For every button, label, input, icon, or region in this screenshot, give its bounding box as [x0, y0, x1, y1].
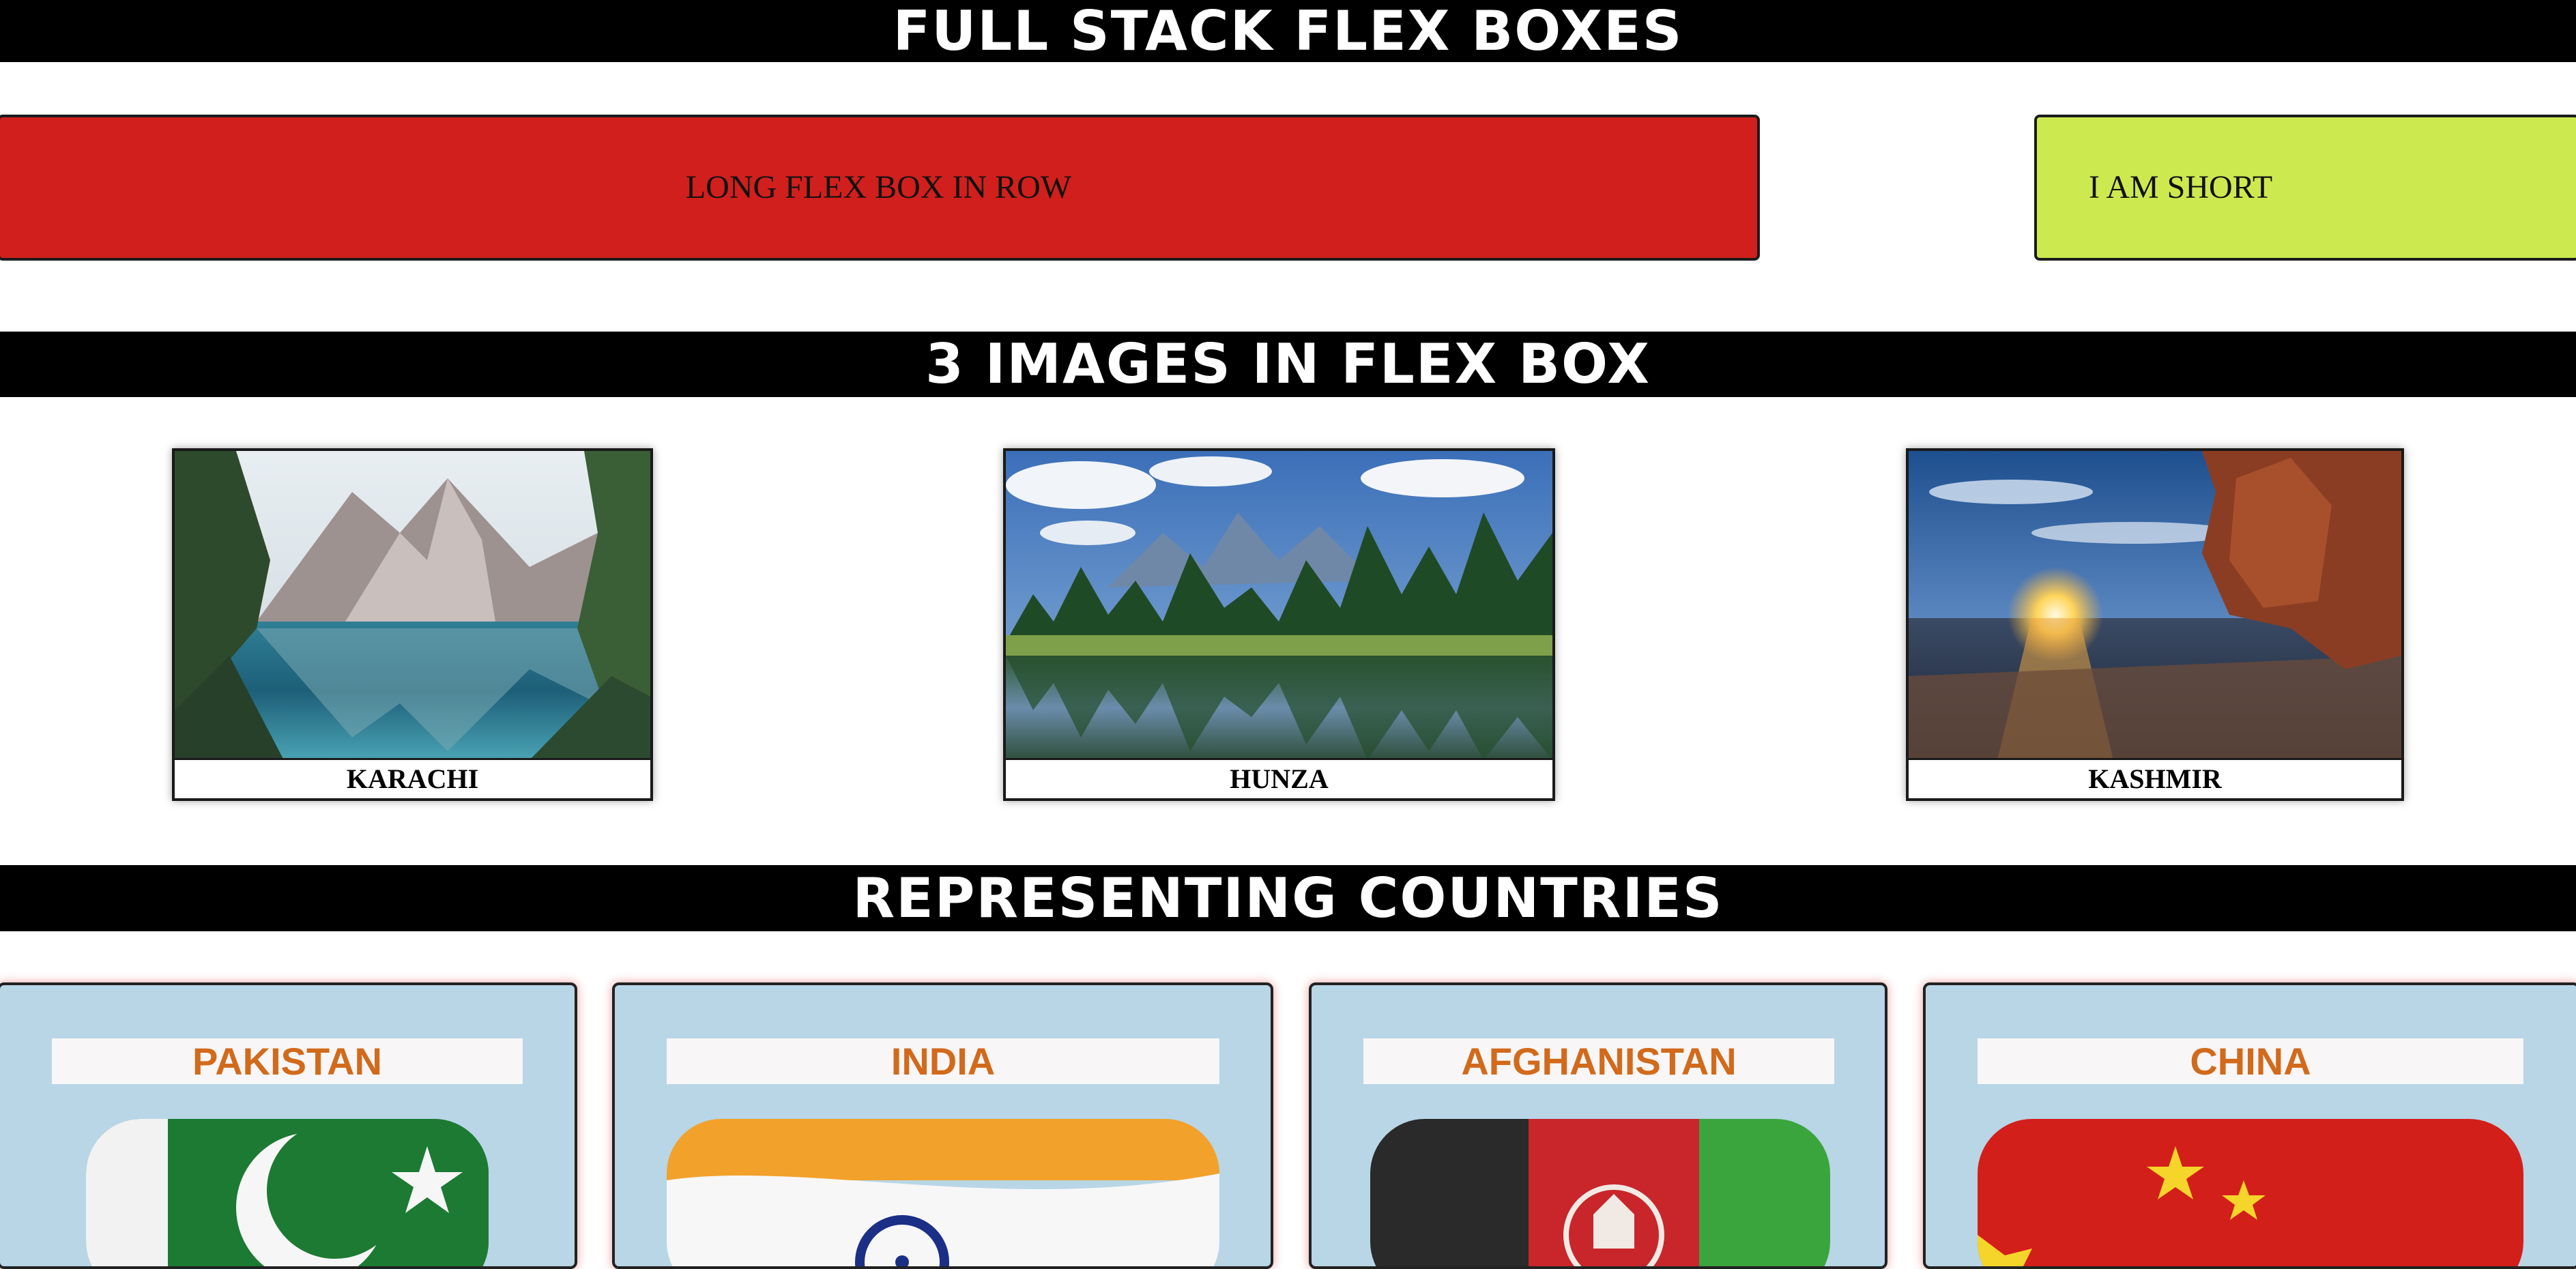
china-flag: [1978, 1119, 2523, 1266]
photo-caption: HUNZA: [1006, 758, 1552, 798]
country-card-pakistan: PAKISTAN: [0, 982, 577, 1269]
country-name: INDIA: [667, 1038, 1219, 1084]
india-flag: [667, 1119, 1219, 1266]
country-name: CHINA: [1978, 1038, 2523, 1084]
short-flex-box-label: I AM SHORT: [2089, 169, 2273, 205]
long-flex-box-label: LONG FLEX BOX IN ROW: [685, 169, 1072, 205]
afghanistan-flag: [1370, 1119, 1830, 1266]
forest-lake-photo: [1006, 451, 1552, 760]
images-section-title: 3 IMAGES IN FLEX BOX: [0, 332, 2576, 397]
long-flex-box: LONG FLEX BOX IN ROW: [0, 115, 1760, 261]
short-flex-box: I AM SHORT: [2034, 115, 2576, 261]
countries-section-title: REPRESENTING COUNTRIES: [0, 865, 2576, 931]
gallery-card-hunza: HUNZA: [1003, 448, 1555, 801]
photo-caption: KASHMIR: [1909, 758, 2401, 798]
country-card-india: INDIA: [612, 982, 1273, 1269]
gallery-card-karachi: KARACHI: [172, 448, 653, 801]
country-name: PAKISTAN: [52, 1038, 523, 1084]
mountain-lake-photo: [175, 451, 650, 760]
photo-caption: KARACHI: [175, 758, 650, 798]
pakistan-flag: [86, 1119, 489, 1266]
gallery-card-kashmir: KASHMIR: [1906, 448, 2404, 801]
country-card-afghanistan: AFGHANISTAN: [1309, 982, 1887, 1269]
flex-section-title: FULL STACK FLEX BOXES: [0, 0, 2576, 62]
sunset-beach-photo: [1909, 451, 2401, 760]
country-card-china: CHINA: [1923, 982, 2576, 1269]
country-name: AFGHANISTAN: [1363, 1038, 1834, 1084]
